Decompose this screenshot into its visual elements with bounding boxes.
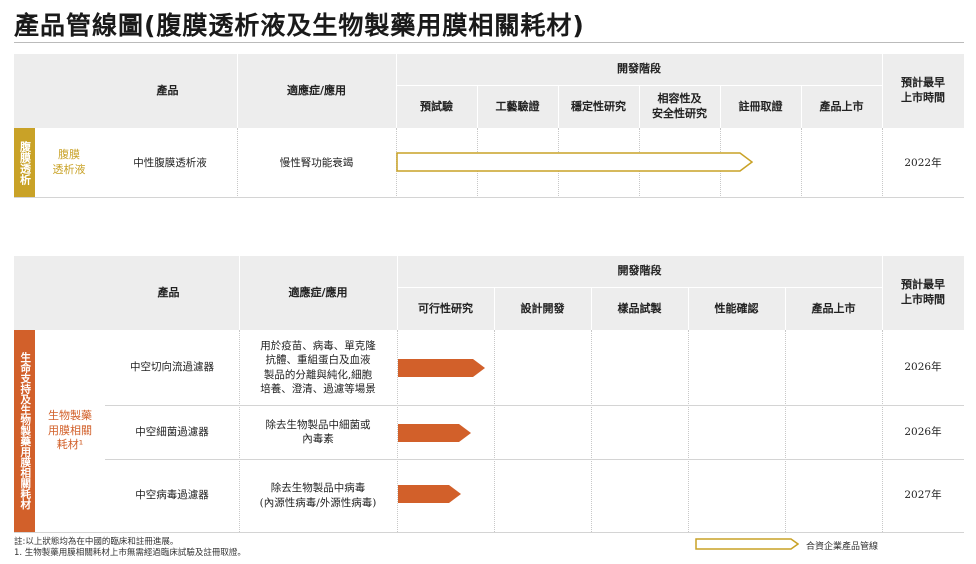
table1-header-indication: 適應症/應用 (286, 83, 347, 97)
table1-row-0-indication: 慢性腎功能衰竭 (279, 156, 354, 169)
table2-header-product: 產品 (157, 285, 180, 299)
table2-row-1-progress-arrow (398, 424, 471, 442)
table1-row-0-product: 中性腹膜透析液 (133, 156, 207, 169)
table1-row-0-year: 2022年 (904, 156, 942, 169)
table2-row-1-product: 中空細菌過濾器 (135, 425, 209, 438)
legend-label: 合資企業產品管線 (806, 542, 879, 552)
footnote-1: 1. 生物製藥用膜相關耗材上市無需經過臨床試驗及註冊取證。 (14, 548, 246, 558)
table2-row-1-indication: 除去生物製品中細菌或 內毒素 (265, 418, 371, 445)
table2-row-0-product: 中空切向流過濾器 (130, 361, 214, 374)
table2-header-earliest-launch: 預計最早 上市時間 (901, 278, 945, 306)
table1-header-earliest-launch: 預計最早 上市時間 (901, 76, 945, 104)
page-title: 產品管線圖(腹膜透析液及生物製藥用膜相關耗材) (14, 11, 585, 40)
legend-outline-arrow-icon (695, 538, 799, 550)
table2-side-label: 生命支持及生物製藥用膜相關耗材 (14, 330, 35, 532)
table2-header-stage-group: 開發階段 (617, 264, 662, 278)
table1-stage-1: 工藝驗證 (495, 99, 540, 113)
table1-category: 腹膜 透析液 (52, 148, 86, 176)
table1-row-0-progress-arrow (396, 152, 753, 172)
table1-stage-4: 註冊取證 (738, 99, 783, 113)
table1-stage-5: 產品上市 (819, 99, 864, 113)
table2-row-2-product: 中空病毒過濾器 (135, 489, 209, 502)
table2-stage-0: 可行性研究 (418, 301, 473, 315)
table1-stage-3: 相容性及 安全性研究 (652, 92, 707, 120)
table2-row-0-indication: 用於疫苗、病毒、單克隆 抗體、重組蛋白及血液 製品的分離與純化,細胞 培養、澄清… (260, 340, 376, 395)
table2-row-2-progress-arrow (398, 485, 461, 503)
table2-stage-4: 產品上市 (811, 301, 856, 315)
table2-stage-1: 設計開發 (520, 301, 565, 315)
table1-side-label: 腹膜透析 (14, 128, 35, 198)
table2-stage-2: 樣品試製 (617, 301, 662, 315)
table2-row-2-year: 2027年 (904, 489, 942, 502)
table1-stage-0: 預試驗 (420, 99, 453, 113)
table2-header-indication: 適應症/應用 (288, 285, 348, 299)
table2-row-0-progress-arrow (398, 359, 485, 377)
table1-header-stage-group: 開發階段 (617, 62, 661, 76)
title-divider (14, 42, 964, 43)
table2-row-2-indication: 除去生物製品中病毒 (內源性病毒/外源性病毒) (259, 482, 377, 509)
table2-category: 生物製藥 用膜相關 耗材¹ (48, 408, 92, 452)
table2-row-1-year: 2026年 (904, 425, 942, 438)
table1-header-product: 產品 (156, 83, 179, 97)
table2-row-0-year: 2026年 (904, 361, 942, 374)
table2-stage-3: 性能確認 (714, 301, 759, 315)
table1-stage-2: 穩定性研究 (571, 99, 626, 113)
